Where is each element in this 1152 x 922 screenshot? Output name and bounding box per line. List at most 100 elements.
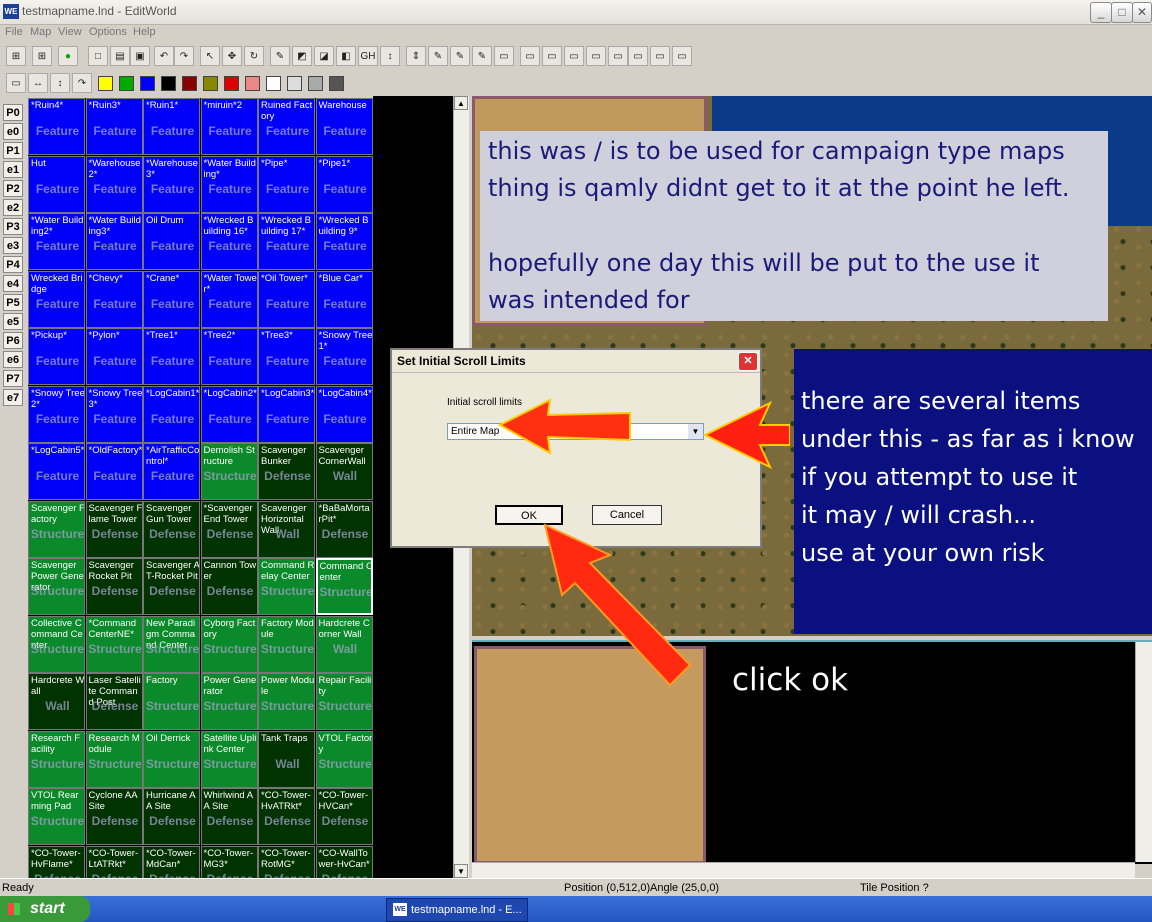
toolbar-save-icon[interactable]: ▣ [130,46,150,66]
palette-cell[interactable]: Scavenger CornerWall Wall [315,443,373,500]
toolbar-b2-icon[interactable]: ▭ [520,46,540,66]
toolbar-new-icon[interactable]: □ [88,46,108,66]
player-tab-p4[interactable]: P4 [3,256,23,273]
palette-cell[interactable]: *LogCabin2* Feature [200,385,258,443]
palette-cell[interactable]: *Tree2* Feature [200,328,258,385]
palette-cell[interactable]: *Water Tower* Feature [200,270,258,328]
player-tab-p6[interactable]: P6 [3,332,23,349]
palette-cell[interactable]: Hut Feature [28,155,85,213]
palette-cell[interactable]: *Ruin3* Feature [85,98,143,155]
toolbar-undo-icon[interactable]: ↶ [154,46,174,66]
palette-cell[interactable]: Cyclone AA Site Defense [85,788,143,845]
palette-cell[interactable]: *Pipe1* Feature [315,155,373,213]
palette-cell[interactable]: Scavenger Power Generator Structure [28,558,85,615]
minimize-button[interactable]: _ [1090,2,1112,23]
color-swatch[interactable] [98,76,113,91]
palette-cell[interactable]: *CO-Tower-MG3*Defense [200,845,258,878]
palette-cell[interactable]: *Snowy Tree2* Feature [28,385,85,443]
palette-cell[interactable]: *AirTrafficControl* Feature [143,443,200,500]
palette-cell[interactable]: *Snowy Tree3* Feature [85,385,143,443]
player-tab-p5[interactable]: P5 [3,294,23,311]
color-swatch[interactable] [140,76,155,91]
menu-options[interactable]: Options [89,26,127,38]
palette-cell[interactable]: Laser Satellite Command Post Defense [85,673,143,730]
palette-cell[interactable]: *Snowy Tree1* Feature [315,328,373,385]
palette-cell[interactable]: Scavenger Rocket Pit Defense [85,558,143,615]
palette-cell[interactable]: Ruined Factory Feature [258,98,315,155]
toolbar-rot-icon[interactable]: ↻ [244,46,264,66]
palette-cell[interactable]: Scavenger Horizontal Wall Wall [258,500,315,558]
toolbar-b9-icon[interactable]: ▭ [672,46,692,66]
palette-cell[interactable]: Cyborg Factory Structure [200,615,258,673]
palette-cell[interactable]: *Ruin1* Feature [143,98,200,155]
toolbar-b5-icon[interactable]: ▭ [586,46,606,66]
toolbar-p1-icon[interactable]: ✎ [428,46,448,66]
player-tab-e3[interactable]: e3 [3,237,23,254]
menu-help[interactable]: Help [133,26,156,38]
palette-cell[interactable]: *CO-Tower-HvATRkt* Defense [258,788,315,845]
toolbar-b7-icon[interactable]: ▭ [628,46,648,66]
palette-cell[interactable]: *Warehouse3* Feature [143,155,200,213]
palette-cell[interactable]: *CO-Tower-RotMG*Defense [258,845,315,878]
palette-cell[interactable]: *LogCabin4* Feature [315,385,373,443]
player-tab-p3[interactable]: P3 [3,218,23,235]
player-tab-p2[interactable]: P2 [3,180,23,197]
rect-tool-icon[interactable]: ▭ [6,73,26,93]
palette-cell[interactable]: *Command CenterNE* Structure [85,615,143,673]
palette-cell[interactable]: Warehouse Feature [315,98,373,155]
palette-cell[interactable]: Factory Module Structure [258,615,315,673]
color-swatch[interactable] [203,76,218,91]
rotate-icon[interactable]: ↷ [72,73,92,93]
palette-cell[interactable]: *LogCabin1* Feature [143,385,200,443]
flip-v-icon[interactable]: ↕ [50,73,70,93]
palette-cell[interactable]: Scavenger Bunker Defense [258,443,315,500]
player-tab-e4[interactable]: e4 [3,275,23,292]
toolbar-GH-icon[interactable]: GH [358,46,378,66]
color-swatch[interactable] [329,76,344,91]
palette-cell[interactable]: Hardcrete Wall Wall [28,673,85,730]
toolbar-b3-icon[interactable]: ▭ [542,46,562,66]
player-tab-e5[interactable]: e5 [3,313,23,330]
palette-cell[interactable]: VTOL Factory Structure [315,730,373,788]
toolbar-h1-icon[interactable]: ↕ [380,46,400,66]
player-tab-e7[interactable]: e7 [3,389,23,406]
player-tab-e6[interactable]: e6 [3,351,23,368]
palette-cell[interactable]: *Water Building2* Feature [28,213,85,270]
color-swatch[interactable] [308,76,323,91]
palette-cell[interactable]: *Water Building* Feature [200,155,258,213]
toolbar-on-icon[interactable]: ● [58,46,78,66]
palette-cell[interactable]: *Pickup* Feature [28,328,85,385]
toolbar-pen-icon[interactable]: ✎ [270,46,290,66]
menu-file[interactable]: File [5,26,23,38]
palette-cell[interactable]: *Warehouse2* Feature [85,155,143,213]
player-tab-p1[interactable]: P1 [3,142,23,159]
close-button[interactable]: ✕ [1132,2,1152,23]
palette-cell[interactable]: Demolish Structure Structure [200,443,258,500]
palette-cell[interactable]: *Crane* Feature [143,270,200,328]
palette-cell[interactable]: Command Relay Center Structure [258,558,315,615]
player-tab-e1[interactable]: e1 [3,161,23,178]
palette-cell[interactable]: *Tree3* Feature [258,328,315,385]
palette-cell[interactable]: VTOL Rearming Pad Structure [28,788,85,845]
color-swatch[interactable] [287,76,302,91]
color-swatch[interactable] [119,76,134,91]
taskbar-task-editworld[interactable]: WE testmapname.lnd - E... [386,898,528,922]
palette-cell[interactable]: *Water Building3* Feature [85,213,143,270]
toolbar-p2-icon[interactable]: ✎ [450,46,470,66]
color-swatch[interactable] [182,76,197,91]
toolbar-b1-icon[interactable]: ▭ [494,46,514,66]
palette-cell[interactable]: *BaBaMortarPit* Defense [315,500,373,558]
palette-cell[interactable]: *CO-Tower-HVCan* Defense [315,788,373,845]
palette-cell[interactable]: Power Generator Structure [200,673,258,730]
palette-cell[interactable]: *Wrecked Building 16* Feature [200,213,258,270]
palette-cell[interactable]: Scavenger Factory Structure [28,500,85,558]
palette-cell[interactable]: New Paradigm Command Center Structure [143,615,200,673]
toolbar-fill3-icon[interactable]: ◧ [336,46,356,66]
palette-cell[interactable]: *Wrecked Building 17* Feature [258,213,315,270]
palette-cell[interactable]: *Scavenger End Tower Defense [200,500,258,558]
toolbar-map-icon[interactable]: ⊞ [6,46,26,66]
toolbar-redo-icon[interactable]: ↷ [174,46,194,66]
palette-cell[interactable]: *Pipe* Feature [258,155,315,213]
toolbar-b6-icon[interactable]: ▭ [608,46,628,66]
palette-cell[interactable]: Wrecked Bridge Feature [28,270,85,328]
